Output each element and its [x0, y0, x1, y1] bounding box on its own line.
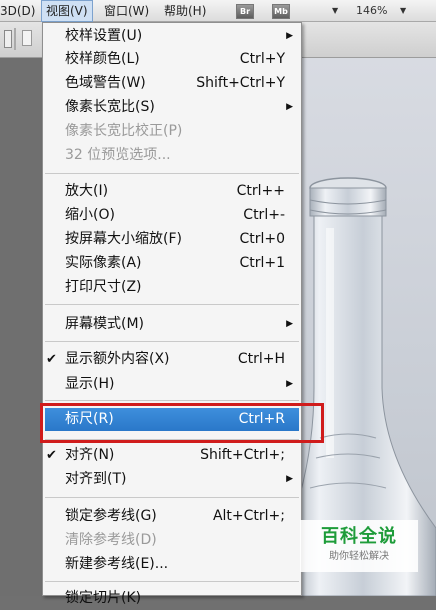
tool-preset-icon[interactable] [22, 30, 32, 46]
submenu-arrow-icon: ▶ [286, 379, 293, 389]
menu-item-label: 锁定参考线(G) [65, 508, 157, 524]
menu-item-gamut-warning[interactable]: 色域警告(W) Shift+Ctrl+Y [45, 72, 299, 95]
menubar: 3D(D) 视图(V) 窗口(W) 帮助(H) Br Mb ▼ 146% ▼ [0, 0, 436, 22]
menu-item-snap[interactable]: ✔ 对齐(N) Shift+Ctrl+; [45, 444, 299, 467]
menu-item-proof-colors[interactable]: 校样颜色(L) Ctrl+Y [45, 48, 299, 71]
menu-item-lock-slices[interactable]: 锁定切片(K) [45, 587, 299, 610]
menu-view[interactable]: 视图(V) [41, 0, 93, 22]
menu-item-label: 色域警告(W) [65, 75, 146, 91]
menu-separator [45, 341, 299, 342]
menu-item-pixel-aspect-ratio[interactable]: 像素长宽比(S) ▶ [45, 96, 299, 119]
menu-item-shortcut: Ctrl+- [243, 207, 285, 223]
menu-separator [45, 497, 299, 498]
watermark-logo: 百科全说 助你轻松解决 [300, 520, 418, 572]
menu-item-print-size[interactable]: 打印尺寸(Z) [45, 276, 299, 299]
menu-3d[interactable]: 3D(D) [0, 0, 39, 22]
menu-separator [45, 400, 299, 401]
menu-item-label: 校样颜色(L) [65, 51, 140, 67]
menu-item-clear-guides: 清除参考线(D) [45, 529, 299, 552]
menu-item-zoom-out[interactable]: 缩小(O) Ctrl+- [45, 204, 299, 227]
submenu-arrow-icon: ▶ [286, 474, 293, 484]
menu-item-shortcut: Ctrl+1 [239, 255, 285, 271]
panel-grip-icon[interactable] [4, 30, 12, 48]
checkmark-icon: ✔ [46, 448, 57, 463]
menu-item-shortcut: Ctrl+H [237, 351, 285, 367]
submenu-arrow-icon: ▶ [286, 31, 293, 41]
submenu-arrow-icon: ▶ [286, 102, 293, 112]
menu-item-shortcut: Ctrl+Y [239, 51, 285, 67]
menu-item-shortcut: Ctrl+0 [239, 231, 285, 247]
menu-item-label: 校样设置(U) [65, 28, 143, 44]
menu-item-snap-to[interactable]: 对齐到(T) ▶ [45, 468, 299, 491]
watermark-title: 百科全说 [321, 526, 397, 547]
menu-separator [45, 581, 299, 582]
menu-item-actual-pixels[interactable]: 实际像素(A) Ctrl+1 [45, 252, 299, 275]
menu-window[interactable]: 窗口(W) [100, 0, 153, 22]
menu-item-label: 显示额外内容(X) [65, 351, 170, 367]
zoom-dropdown-icon[interactable]: ▼ [400, 6, 406, 15]
menu-item-shortcut: Ctrl++ [236, 183, 285, 199]
menu-separator [45, 173, 299, 174]
glass-bottle-image [300, 177, 436, 596]
menu-help[interactable]: 帮助(H) [160, 0, 210, 22]
menu-item-label: 缩小(O) [65, 207, 115, 223]
menu-item-pixel-aspect-correction: 像素长宽比校正(P) [45, 120, 299, 143]
menu-item-label: 放大(I) [65, 183, 109, 199]
menu-item-show[interactable]: 显示(H) ▶ [45, 373, 299, 396]
menu-item-zoom-in[interactable]: 放大(I) Ctrl++ [45, 180, 299, 203]
view-menu-dropdown: 校样设置(U) ▶ 校样颜色(L) Ctrl+Y 色域警告(W) Shift+C… [42, 22, 302, 606]
menu-separator [45, 304, 299, 305]
checkmark-icon: ✔ [46, 352, 57, 367]
submenu-arrow-icon: ▶ [286, 319, 293, 329]
menu-item-screen-mode[interactable]: 屏幕模式(M) ▶ [45, 313, 299, 336]
bridge-button[interactable]: Br [236, 4, 254, 19]
menu-item-32bit-preview: 32 位预览选项... [45, 144, 299, 167]
minibridge-button[interactable]: Mb [272, 4, 290, 19]
menu-item-label: 清除参考线(D) [65, 532, 157, 548]
menu-item-label: 新建参考线(E)... [65, 556, 169, 572]
menu-item-label: 屏幕模式(M) [65, 316, 145, 332]
zoom-level[interactable]: 146% [356, 0, 387, 22]
menu-item-lock-guides[interactable]: 锁定参考线(G) Alt+Ctrl+; [45, 505, 299, 528]
highlight-callout-box [40, 403, 324, 443]
chevron-down-icon[interactable]: ▼ [332, 6, 338, 15]
menu-item-label: 像素长宽比(S) [65, 99, 155, 115]
menu-item-label: 实际像素(A) [65, 255, 142, 271]
menu-item-proof-setup[interactable]: 校样设置(U) ▶ [45, 25, 299, 48]
menu-item-shortcut: Shift+Ctrl+; [200, 447, 285, 463]
menu-item-shortcut: Alt+Ctrl+; [212, 508, 285, 524]
menu-item-label: 锁定切片(K) [65, 590, 142, 606]
menu-item-label: 对齐(N) [65, 447, 115, 463]
menu-item-show-extras[interactable]: ✔ 显示额外内容(X) Ctrl+H [45, 348, 299, 371]
menu-item-label: 显示(H) [65, 376, 115, 392]
menu-item-shortcut: Shift+Ctrl+Y [196, 75, 285, 91]
menu-item-label: 打印尺寸(Z) [65, 279, 142, 295]
menu-item-label: 32 位预览选项... [65, 147, 171, 163]
document-canvas[interactable] [300, 58, 436, 596]
menu-item-label: 像素长宽比校正(P) [65, 123, 183, 139]
workspace-background [0, 58, 42, 596]
divider [14, 28, 16, 50]
menu-item-label: 按屏幕大小缩放(F) [65, 231, 182, 247]
watermark-subtitle: 助你轻松解决 [329, 551, 389, 562]
menu-item-label: 对齐到(T) [65, 471, 127, 487]
menu-item-new-guide[interactable]: 新建参考线(E)... [45, 553, 299, 576]
menu-item-fit-on-screen[interactable]: 按屏幕大小缩放(F) Ctrl+0 [45, 228, 299, 251]
